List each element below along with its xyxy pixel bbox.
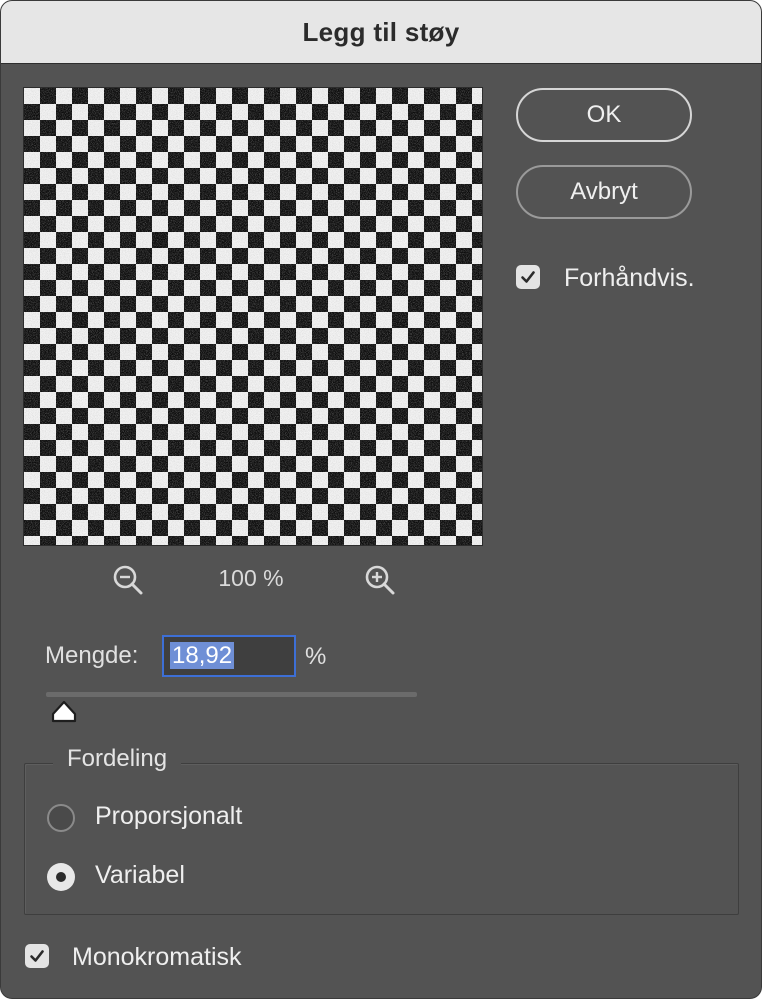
amount-slider-track[interactable]	[46, 692, 417, 697]
amount-input[interactable]: 18,92	[162, 635, 296, 677]
dialog-titlebar[interactable]: Legg til støy	[1, 1, 761, 64]
radio-proportional-label[interactable]: Proporsjonalt	[95, 802, 242, 831]
monochrome-checkbox[interactable]	[25, 944, 49, 968]
checkmark-icon	[521, 271, 535, 283]
amount-slider-thumb[interactable]	[49, 699, 79, 725]
cancel-button[interactable]: Avbryt	[516, 165, 692, 219]
preview-canvas[interactable]	[23, 87, 483, 546]
radio-variable-label[interactable]: Variabel	[95, 861, 185, 890]
zoom-controls: 100 %	[1, 559, 501, 599]
ok-button[interactable]: OK	[516, 88, 692, 142]
checkmark-icon	[30, 950, 44, 962]
preview-checkbox[interactable]	[516, 265, 540, 289]
amount-value: 18,92	[170, 642, 235, 669]
distribution-legend: Fordeling	[53, 745, 182, 773]
radio-proportional[interactable]	[47, 804, 75, 832]
dialog-title: Legg til støy	[302, 16, 460, 47]
zoom-in-icon[interactable]	[363, 563, 397, 597]
radio-variable[interactable]	[47, 863, 75, 891]
amount-label: Mengde:	[45, 642, 139, 669]
add-noise-dialog: Legg til støy 100 % OK Avbryt Forhåndvis…	[0, 0, 762, 999]
noise-preview-image	[24, 88, 482, 545]
zoom-level: 100 %	[218, 565, 284, 591]
distribution-group	[24, 763, 739, 915]
zoom-out-icon[interactable]	[111, 563, 145, 597]
radio-selected-dot	[56, 872, 66, 882]
monochrome-label[interactable]: Monokromatisk	[72, 943, 242, 972]
preview-label[interactable]: Forhåndvis.	[564, 264, 695, 293]
amount-unit: %	[305, 643, 327, 670]
slider-thumb-icon	[51, 700, 76, 723]
